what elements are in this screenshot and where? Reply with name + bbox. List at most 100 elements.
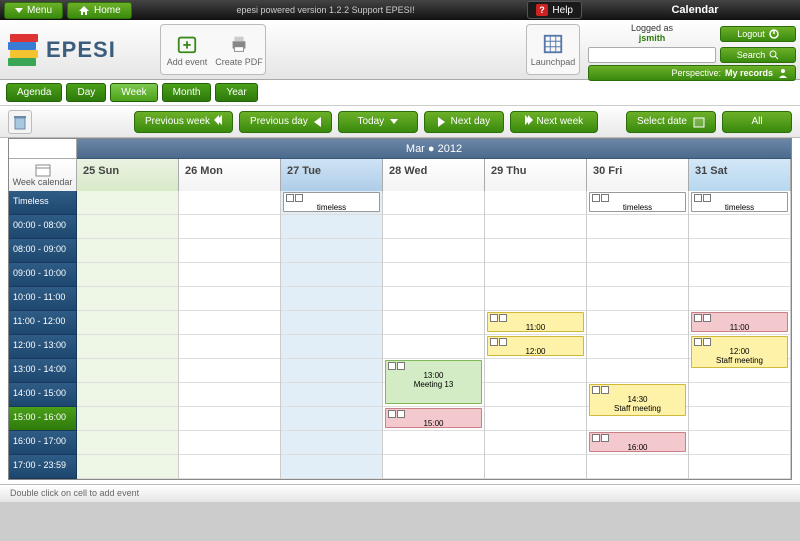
cal-cell[interactable] <box>383 239 484 263</box>
cal-cell[interactable] <box>383 455 484 479</box>
day-header-sun[interactable]: 25 Sun <box>77 159 179 191</box>
cal-cell[interactable] <box>77 287 178 311</box>
cal-cell[interactable] <box>383 191 484 215</box>
cal-cell[interactable] <box>77 239 178 263</box>
today-button[interactable]: Today <box>338 111 418 133</box>
cal-cell[interactable] <box>689 215 790 239</box>
tab-day[interactable]: Day <box>66 83 106 102</box>
cal-cell[interactable] <box>587 263 688 287</box>
cal-cell[interactable] <box>281 263 382 287</box>
cal-cell[interactable] <box>281 335 382 359</box>
home-button[interactable]: Home <box>67 2 132 19</box>
day-header-mon[interactable]: 26 Mon <box>179 159 281 191</box>
cal-cell[interactable] <box>179 239 280 263</box>
cal-cell[interactable] <box>179 287 280 311</box>
cal-cell[interactable] <box>689 431 790 455</box>
next-week-button[interactable]: Next week <box>510 111 598 133</box>
cal-cell[interactable] <box>179 335 280 359</box>
cal-cell[interactable] <box>281 431 382 455</box>
cal-cell[interactable] <box>179 215 280 239</box>
cal-cell[interactable] <box>281 215 382 239</box>
day-header-tue[interactable]: 27 Tue <box>281 159 383 191</box>
event-staff-12[interactable]: 12:00 Staff meeting <box>691 336 788 368</box>
cal-cell[interactable] <box>587 215 688 239</box>
cal-cell[interactable] <box>179 383 280 407</box>
cal-cell[interactable] <box>689 407 790 431</box>
cal-cell[interactable] <box>179 455 280 479</box>
search-input[interactable] <box>588 47 716 63</box>
cal-cell[interactable] <box>77 311 178 335</box>
event-meeting-13[interactable]: 13:00 Meeting 13 <box>385 360 482 404</box>
prev-week-button[interactable]: Previous week <box>134 111 233 133</box>
cal-cell[interactable] <box>281 407 382 431</box>
cal-cell[interactable] <box>485 359 586 383</box>
cal-cell[interactable] <box>485 407 586 431</box>
create-pdf-button[interactable]: Create PDF <box>213 25 265 74</box>
cal-cell[interactable] <box>383 335 484 359</box>
cal-cell[interactable] <box>77 407 178 431</box>
cal-cell[interactable] <box>77 359 178 383</box>
cal-cell[interactable] <box>587 311 688 335</box>
cal-cell[interactable] <box>77 431 178 455</box>
cal-cell[interactable] <box>587 359 688 383</box>
cal-cell[interactable] <box>179 431 280 455</box>
day-header-fri[interactable]: 30 Fri <box>587 159 689 191</box>
cal-cell[interactable] <box>485 431 586 455</box>
cal-cell[interactable] <box>689 383 790 407</box>
launchpad-button[interactable]: Launchpad <box>527 25 579 74</box>
username[interactable]: jsmith <box>639 33 666 43</box>
cal-cell[interactable] <box>485 215 586 239</box>
cal-cell[interactable] <box>179 407 280 431</box>
cal-cell[interactable] <box>179 191 280 215</box>
day-header-thu[interactable]: 29 Thu <box>485 159 587 191</box>
cal-cell[interactable] <box>689 263 790 287</box>
cal-cell[interactable] <box>77 215 178 239</box>
event-read-emails[interactable]: timeless Read e-mails <box>589 192 686 212</box>
cal-cell[interactable] <box>485 383 586 407</box>
cal-cell[interactable] <box>281 287 382 311</box>
tab-agenda[interactable]: Agenda <box>6 83 62 102</box>
search-button[interactable]: Search <box>720 47 796 63</box>
cal-cell[interactable] <box>383 431 484 455</box>
cal-cell[interactable] <box>485 455 586 479</box>
event-prepare-strat[interactable]: timeless Prepare strat <box>691 192 788 212</box>
add-event-button[interactable]: Add event <box>161 25 213 74</box>
cal-cell[interactable] <box>77 191 178 215</box>
cal-cell[interactable] <box>77 335 178 359</box>
help-button[interactable]: ? Help <box>527 1 582 19</box>
cal-cell[interactable] <box>485 239 586 263</box>
cal-cell[interactable] <box>77 383 178 407</box>
next-day-button[interactable]: Next day <box>424 111 504 133</box>
cal-cell[interactable] <box>383 287 484 311</box>
all-button[interactable]: All <box>722 111 792 133</box>
cal-cell[interactable] <box>179 359 280 383</box>
event-staff-11[interactable]: 11:00 Staff meeting <box>691 312 788 332</box>
tab-year[interactable]: Year <box>215 83 257 102</box>
event-read-report[interactable]: timeless Read report <box>283 192 380 212</box>
cal-cell[interactable] <box>485 287 586 311</box>
trash-button[interactable] <box>8 110 32 134</box>
tab-week[interactable]: Week <box>110 83 157 102</box>
cal-cell[interactable] <box>587 335 688 359</box>
logout-button[interactable]: Logout <box>720 26 796 42</box>
menu-button[interactable]: Menu <box>4 2 63 19</box>
cal-cell[interactable] <box>587 239 688 263</box>
cal-cell[interactable] <box>281 383 382 407</box>
cal-cell[interactable] <box>689 287 790 311</box>
cal-cell[interactable] <box>179 263 280 287</box>
cal-cell[interactable] <box>383 263 484 287</box>
cal-cell[interactable] <box>485 263 586 287</box>
event-changed-str[interactable]: 11:00 Changed str <box>487 312 584 332</box>
cal-cell[interactable] <box>281 455 382 479</box>
perspective-button[interactable]: Perspective: My records <box>588 65 796 81</box>
day-header-sat[interactable]: 31 Sat <box>689 159 791 191</box>
cal-cell[interactable] <box>383 215 484 239</box>
cal-cell[interactable] <box>587 455 688 479</box>
cal-cell[interactable] <box>179 311 280 335</box>
prev-day-button[interactable]: Previous day <box>239 111 332 133</box>
cal-cell[interactable] <box>281 239 382 263</box>
cal-cell[interactable] <box>689 455 790 479</box>
cal-cell[interactable] <box>587 287 688 311</box>
select-date-button[interactable]: Select date <box>626 111 716 133</box>
cal-cell[interactable] <box>485 191 586 215</box>
